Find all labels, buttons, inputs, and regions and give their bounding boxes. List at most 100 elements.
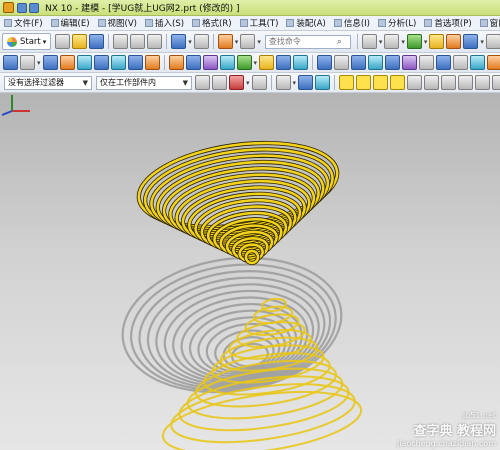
curve-rule-icon[interactable]	[251, 75, 267, 90]
snap-center-icon[interactable]	[458, 75, 474, 90]
sphere-dropdown-icon[interactable]: ▾	[424, 38, 428, 46]
quick-undo-icon[interactable]	[29, 2, 39, 13]
fit-view-icon[interactable]	[317, 55, 333, 70]
front-view-icon[interactable]	[453, 55, 469, 70]
chamfer-icon[interactable]	[168, 55, 184, 70]
edit-object-icon[interactable]	[446, 34, 462, 49]
start-button[interactable]: Start ▾	[2, 33, 52, 50]
menu-item[interactable]: 首选项(P)	[420, 17, 475, 29]
rect-dropdown-icon[interactable]: ▾	[37, 59, 41, 67]
open-folder-icon[interactable]	[72, 34, 88, 49]
menu-item-label: 格式(R)	[202, 19, 232, 29]
snap-midpoint-icon[interactable]	[356, 75, 372, 90]
undo-dropdown-icon[interactable]: ▾	[188, 38, 192, 46]
top-view-icon[interactable]	[436, 55, 452, 70]
type-dropdown-icon[interactable]: ▾	[246, 79, 250, 87]
menu-item[interactable]: 视图(V)	[94, 17, 141, 29]
graphics-viewport[interactable]: jb51.net 查字典 教程网 jiaocheng.chazidian.com	[0, 93, 500, 450]
menu-item[interactable]: 插入(S)	[141, 17, 188, 29]
sketch-icon[interactable]	[3, 55, 18, 70]
render-dropdown-icon[interactable]: ▾	[401, 38, 405, 46]
analysis-icon	[378, 19, 386, 27]
menu-item[interactable]: 信息(I)	[330, 17, 374, 29]
snap-quadrant-icon[interactable]	[475, 75, 491, 90]
repeat-dropdown-icon[interactable]: ▾	[235, 38, 239, 46]
snap-control-point-icon[interactable]	[390, 75, 406, 90]
solid-select-icon[interactable]	[298, 75, 314, 90]
layer-icon[interactable]	[429, 34, 445, 49]
window-layout-icon[interactable]	[361, 34, 377, 49]
touch-mode-icon[interactable]	[240, 34, 256, 49]
quick-save-icon[interactable]	[17, 2, 27, 13]
command-search-input[interactable]	[268, 37, 337, 46]
rect-select-dropdown-icon[interactable]: ▾	[293, 79, 297, 87]
datum-plane-icon[interactable]	[236, 55, 252, 70]
save-icon[interactable]	[89, 34, 105, 49]
selection-filter-select[interactable]: 没有选择过滤器 ▼	[4, 75, 92, 90]
revolve-icon[interactable]	[59, 55, 75, 70]
right-view-icon[interactable]	[470, 55, 486, 70]
pattern-icon[interactable]	[202, 55, 218, 70]
snap-arrow-up-icon[interactable]	[441, 75, 457, 90]
view-orient-icon[interactable]	[463, 34, 479, 49]
search-icon[interactable]: ⌕	[337, 37, 342, 47]
zoom-icon[interactable]	[334, 55, 350, 70]
mirror-icon[interactable]	[219, 55, 235, 70]
sphere-icon[interactable]	[406, 34, 422, 49]
paste-icon[interactable]	[147, 34, 163, 49]
menu-item[interactable]: 窗口(O)	[476, 17, 500, 29]
snap-curve-icon[interactable]	[407, 75, 423, 90]
wireframe-icon[interactable]	[419, 55, 435, 70]
type-filter-icon[interactable]	[229, 75, 244, 90]
intersect-icon[interactable]	[127, 55, 143, 70]
snap-line-icon[interactable]	[373, 75, 389, 90]
datum-dropdown-icon[interactable]: ▾	[254, 59, 258, 67]
pan-icon[interactable]	[368, 55, 384, 70]
rect-select-icon[interactable]	[275, 75, 291, 90]
snap-endpoint-icon[interactable]	[339, 75, 355, 90]
layout-dropdown-icon[interactable]: ▾	[379, 38, 383, 46]
menu-item[interactable]: 分析(L)	[374, 17, 420, 29]
rotate-view-icon[interactable]	[351, 55, 367, 70]
repeat-command-icon[interactable]	[217, 34, 233, 49]
separator	[356, 34, 358, 49]
filter-settings-icon[interactable]	[195, 75, 210, 90]
cut-icon[interactable]	[113, 34, 129, 49]
section-view-icon[interactable]	[487, 55, 500, 70]
touch-dropdown-icon[interactable]: ▾	[257, 38, 261, 46]
orient-dropdown-icon[interactable]: ▾	[480, 38, 484, 46]
shaded-icon[interactable]	[385, 55, 401, 70]
render-style-icon[interactable]	[384, 34, 400, 49]
model-canvas[interactable]	[0, 93, 500, 450]
trim-body-icon[interactable]	[293, 55, 309, 70]
nx-app-icon[interactable]	[3, 2, 14, 13]
isometric-view-icon[interactable]	[402, 55, 418, 70]
menu-item[interactable]: 装配(A)	[282, 17, 329, 29]
unite-icon[interactable]	[93, 55, 109, 70]
rectangle-icon[interactable]	[20, 55, 35, 70]
select-all-icon[interactable]	[212, 75, 227, 90]
menu-item[interactable]: 编辑(E)	[47, 17, 94, 29]
selection-scope-select[interactable]: 仅在工作部件内 ▼	[96, 75, 192, 90]
new-file-icon[interactable]	[55, 34, 71, 49]
command-search-box[interactable]: ⌕	[264, 34, 351, 49]
swept-icon[interactable]	[259, 55, 275, 70]
separator	[270, 75, 272, 90]
edit-icon	[50, 19, 59, 27]
extrude-icon[interactable]	[42, 55, 58, 70]
through-curves-icon[interactable]	[276, 55, 292, 70]
hole-icon[interactable]	[76, 55, 92, 70]
more-tools-icon[interactable]	[485, 34, 500, 49]
copy-icon[interactable]	[130, 34, 146, 49]
shell-icon[interactable]	[185, 55, 201, 70]
menu-item[interactable]: 文件(F)	[0, 17, 47, 29]
edge-blend-icon[interactable]	[144, 55, 160, 70]
redo-icon[interactable]	[193, 34, 209, 49]
undo-icon[interactable]	[171, 34, 187, 49]
menu-item[interactable]: 格式(R)	[188, 17, 236, 29]
face-select-icon[interactable]	[315, 75, 331, 90]
menu-item[interactable]: 工具(T)	[236, 17, 283, 29]
snap-plus-icon[interactable]	[492, 75, 500, 90]
subtract-icon[interactable]	[110, 55, 126, 70]
snap-intersection-icon[interactable]	[424, 75, 440, 90]
